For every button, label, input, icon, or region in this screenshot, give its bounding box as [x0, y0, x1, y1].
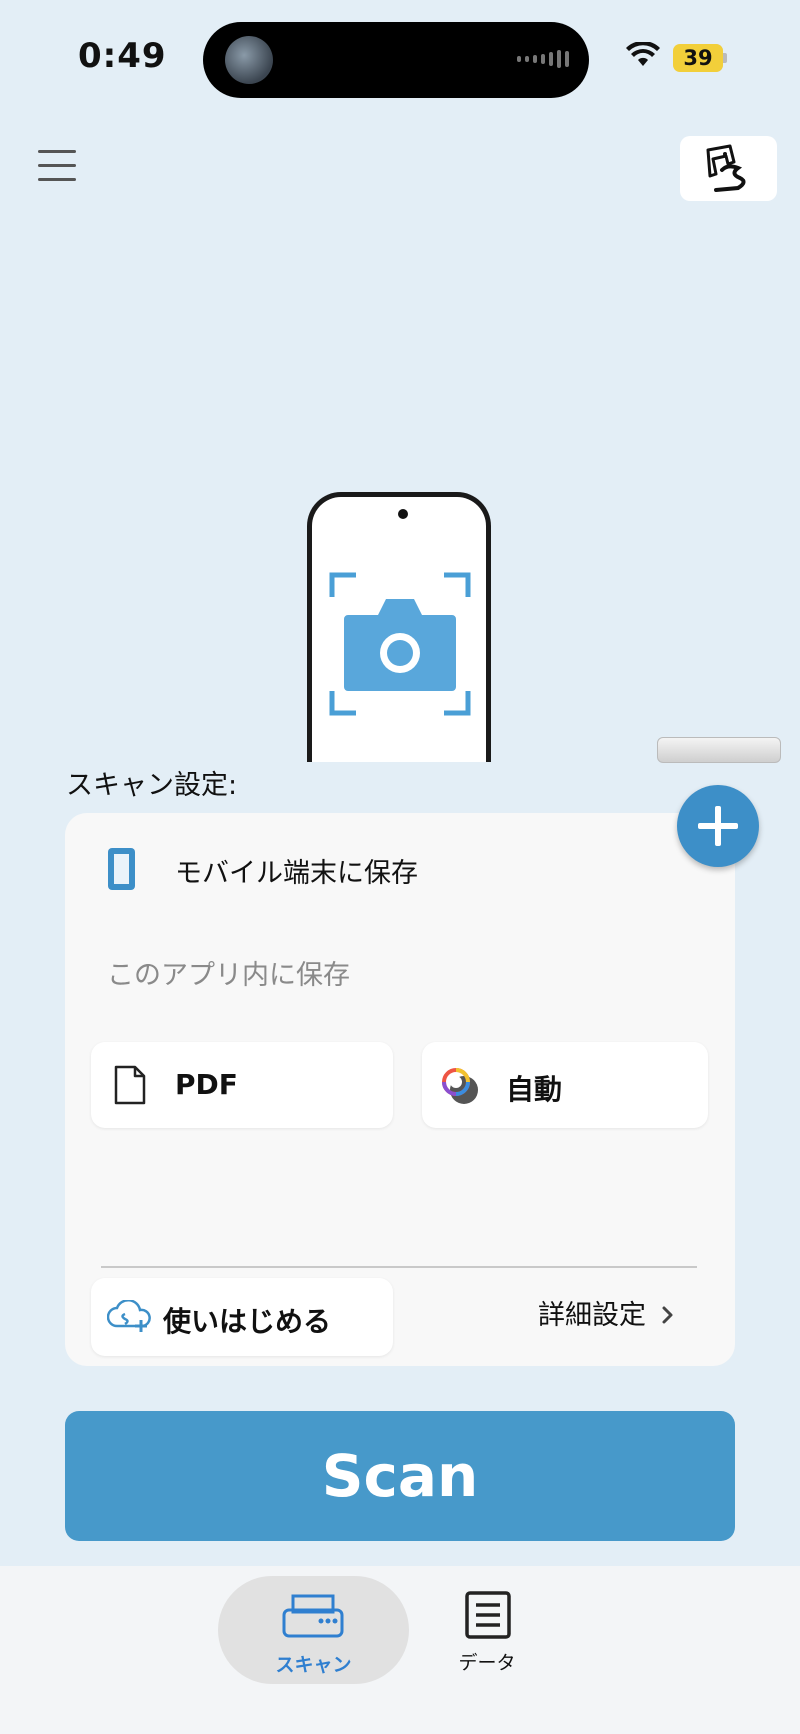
- scanner-account-icon: [706, 144, 746, 192]
- chevron-right-icon: [662, 1306, 673, 1324]
- color-mode-label: 自動: [506, 1073, 563, 1106]
- get-started-label: 使いはじめる: [163, 1305, 332, 1338]
- scan-settings-card: モバイル端末に保存 このアプリ内に保存 PDF 自動 使いはじめる 詳細設定: [65, 813, 735, 1366]
- wifi-icon: [626, 42, 660, 66]
- scan-settings-title: スキャン設定:: [66, 770, 238, 801]
- audio-wave-icon: [517, 50, 569, 68]
- color-mode-icon: [442, 1068, 478, 1104]
- file-format-button[interactable]: PDF: [91, 1042, 393, 1128]
- tab-data[interactable]: データ: [438, 1590, 536, 1680]
- hamburger-icon: [38, 150, 76, 153]
- save-destination-sub: このアプリ内に保存: [107, 960, 350, 991]
- scanner-device-image: [657, 737, 781, 763]
- tab-data-label: データ: [458, 1652, 516, 1674]
- add-setting-button[interactable]: [677, 785, 759, 867]
- mobile-device-icon: [108, 848, 135, 890]
- scan-button[interactable]: Scan: [65, 1411, 735, 1541]
- advanced-settings-label: 詳細設定: [538, 1300, 646, 1331]
- cloud-plus-icon: [107, 1300, 151, 1332]
- divider: [101, 1266, 697, 1268]
- front-camera-dot: [398, 509, 408, 519]
- save-destination-label[interactable]: モバイル端末に保存: [175, 851, 418, 890]
- scanner-account-button[interactable]: [680, 136, 777, 201]
- tab-scan-label: スキャン: [275, 1654, 352, 1676]
- document-icon: [114, 1065, 146, 1105]
- tab-scan[interactable]: スキャン: [218, 1576, 409, 1684]
- battery-nub: [723, 53, 727, 63]
- bottom-tab-bar: スキャン データ: [0, 1566, 800, 1734]
- dynamic-island: [203, 22, 589, 98]
- list-document-icon: [465, 1591, 511, 1639]
- camera-icon: [329, 572, 471, 716]
- file-format-label: PDF: [175, 1068, 238, 1101]
- menu-button[interactable]: [38, 150, 76, 184]
- now-playing-thumbnail: [225, 36, 273, 84]
- battery-indicator: 39: [673, 44, 723, 72]
- get-started-button[interactable]: 使いはじめる: [91, 1278, 393, 1356]
- scanner-icon: [282, 1594, 344, 1638]
- advanced-settings-link[interactable]: 詳細設定: [538, 1293, 679, 1332]
- phone-illustration: [307, 492, 491, 762]
- color-mode-button[interactable]: 自動: [422, 1042, 708, 1128]
- status-time: 0:49: [78, 36, 167, 76]
